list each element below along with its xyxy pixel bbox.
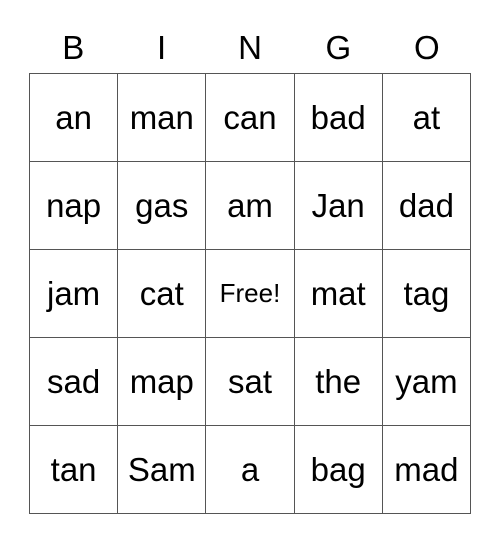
header-letter-g: G xyxy=(325,29,352,66)
header-letter-n: N xyxy=(238,29,262,66)
header-letter-b: B xyxy=(62,29,85,66)
bingo-cell[interactable]: yam xyxy=(382,338,471,426)
bingo-cell[interactable]: Jan xyxy=(294,162,383,250)
bingo-cell[interactable]: sad xyxy=(30,338,119,426)
bingo-cell[interactable]: tan xyxy=(30,426,119,514)
bingo-cell[interactable]: man xyxy=(118,74,207,162)
bingo-cell[interactable]: am xyxy=(206,162,295,250)
bingo-board: an man can bad at nap gas am Jan dad jam… xyxy=(29,73,471,514)
bingo-cell[interactable]: dad xyxy=(382,162,471,250)
bingo-cell[interactable]: gas xyxy=(118,162,207,250)
bingo-cell[interactable]: sat xyxy=(206,338,295,426)
header-letter-i: I xyxy=(157,29,167,66)
bingo-cell[interactable]: jam xyxy=(30,250,119,338)
bingo-cell[interactable]: mat xyxy=(294,250,383,338)
header-letter-o: O xyxy=(413,29,440,66)
bingo-cell[interactable]: tag xyxy=(382,250,471,338)
bingo-cell[interactable]: can xyxy=(206,74,295,162)
free-space-cell[interactable]: Free! xyxy=(206,250,295,338)
bingo-cell[interactable]: nap xyxy=(30,162,119,250)
bingo-cell[interactable]: map xyxy=(118,338,207,426)
bingo-cell[interactable]: cat xyxy=(118,250,207,338)
bingo-cell[interactable]: mad xyxy=(382,426,471,514)
bingo-cell[interactable]: a xyxy=(206,426,295,514)
bingo-cell[interactable]: at xyxy=(382,74,471,162)
bingo-cell[interactable]: bad xyxy=(294,74,383,162)
bingo-cell[interactable]: an xyxy=(30,74,119,162)
bingo-cell[interactable]: bag xyxy=(294,426,383,514)
bingo-header: B I N G O xyxy=(29,28,471,68)
bingo-cell[interactable]: Sam xyxy=(118,426,207,514)
bingo-cell[interactable]: the xyxy=(294,338,383,426)
